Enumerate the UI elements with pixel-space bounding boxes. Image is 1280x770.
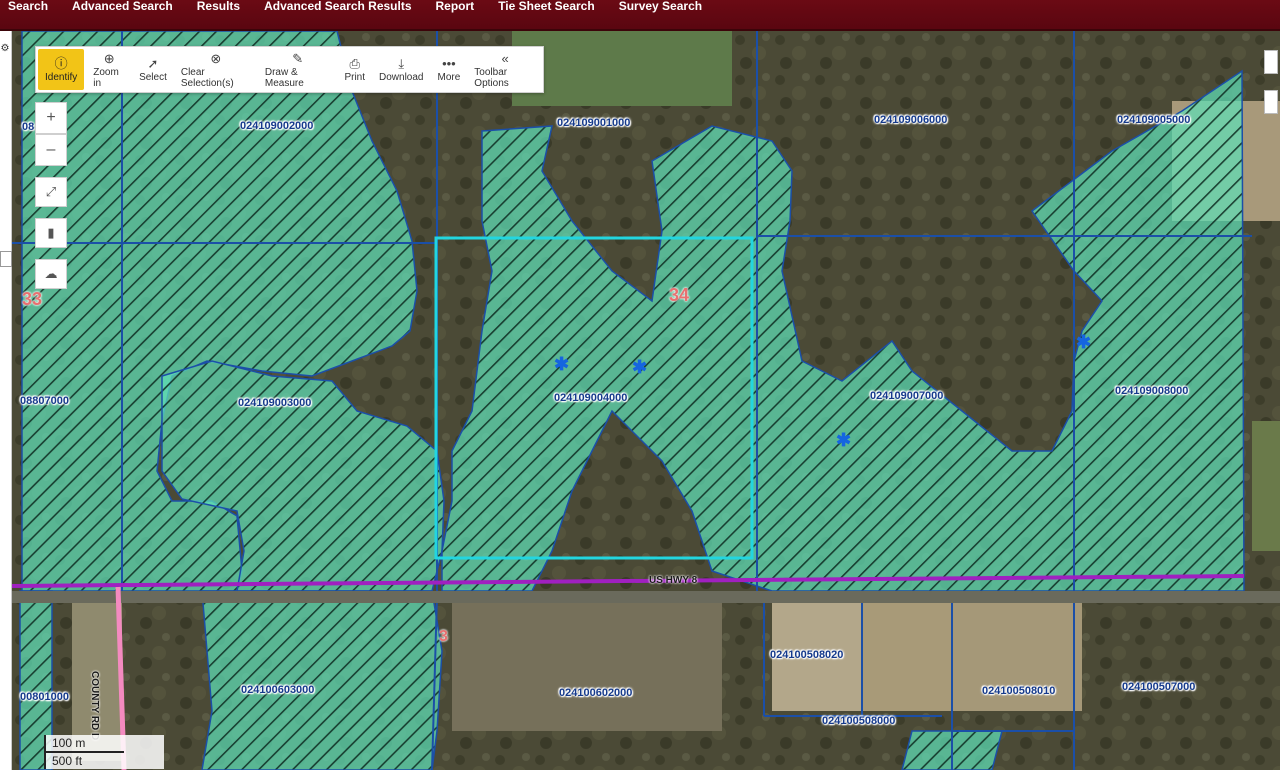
download-label: Download [379,72,424,83]
more-label: More [437,72,461,83]
scale-imperial: 500 ft [44,753,96,769]
collapse-icon: « [501,50,509,66]
parcel-label[interactable]: 024109004000 [554,392,627,404]
section-3: 3 [439,628,448,645]
identify-label: Identify [45,72,78,83]
nav-tie-sheet-search[interactable]: Tie Sheet Search [486,0,607,12]
draw-measure-label: Draw & Measure [264,66,304,89]
cloud-icon: ☁ [44,266,58,281]
parcel-label[interactable]: 024109003000 [238,397,311,409]
right-panel-button[interactable] [1264,50,1278,74]
print-icon: ⎙ [349,56,360,71]
marker-icon[interactable]: ✱ [632,358,647,376]
settings-icon[interactable]: ⚙ [0,43,10,55]
draw-measure-tool[interactable]: ✎ Draw & Measure [258,47,338,92]
field-green [512,31,732,106]
clear-selections-tool[interactable]: ⊗ Clear Selection(s) [174,47,258,92]
scale-metric: 100 m [44,735,124,753]
nav-survey-search[interactable]: Survey Search [607,0,714,12]
clear-icon: ⊗ [210,50,222,66]
parcel-label[interactable]: 024100508010 [982,685,1055,697]
bookmark-button[interactable]: ▮ [35,218,67,248]
identify-tool[interactable]: ⓘ Identify [38,49,85,90]
cloud-button[interactable]: ☁ [35,259,67,289]
label-county-rd-d: COUNTY RD D [89,671,100,741]
more-tool[interactable]: ••• More [431,47,468,92]
nav-report[interactable]: Report [424,0,487,12]
road-surface [12,591,1280,603]
parcel-label[interactable]: 024100508000 [822,715,895,727]
zoom-in-button[interactable]: + [35,102,67,134]
field-green-2 [1252,421,1280,551]
label-us-hwy-8: US HWY 8 [649,575,698,586]
map-view[interactable]: 33 34 3 US HWY 8 COUNTY RD D 02410900200… [12,31,1280,770]
select-tool[interactable]: ➚ Select [132,47,174,92]
nav-advanced-search-results[interactable]: Advanced Search Results [252,0,423,12]
marker-icon[interactable]: ✱ [554,355,569,373]
zoom-in-icon: ⊕ [103,50,115,66]
toolbar-options-label: Toolbar Options [474,66,509,89]
download-tool[interactable]: ⤓ Download [372,47,430,92]
fullscreen-button[interactable]: ⤢ [35,177,67,207]
right-panel-button-2[interactable] [1264,90,1278,114]
zoom-in-tool[interactable]: ⊕ Zoom in [86,47,132,92]
parcel-label[interactable]: 08807000 [20,395,69,407]
map-canvas[interactable] [12,31,1280,770]
marker-icon[interactable]: ✱ [836,431,851,449]
parcel-label[interactable]: 024109001000 [557,117,630,129]
print-label: Print [344,72,366,83]
zoom-in-label: Zoom in [93,66,119,89]
fullscreen-icon: ⤢ [45,184,57,199]
parcel-label[interactable]: 024100508020 [770,649,843,661]
parcel-label[interactable]: 024109002000 [240,120,313,132]
top-nav: Search Advanced Search Results Advanced … [0,0,1280,31]
pencil-icon: ✎ [292,50,304,66]
toolbar-options-tool[interactable]: « Toolbar Options [467,47,543,92]
section-34: 34 [669,285,690,305]
left-panel-edge: ⚙ [0,31,12,770]
parcel-label[interactable]: 024109007000 [870,390,943,402]
download-icon: ⤓ [398,56,405,71]
clear-selections-label: Clear Selection(s) [180,66,234,89]
section-33: 33 [22,289,43,309]
map-toolbar: ⓘ Identify ⊕ Zoom in ➚ Select ⊗ Clear Se… [35,46,544,93]
scale-bar: 100 m 500 ft [44,735,164,769]
parcel-label[interactable]: 024100507000 [1122,681,1195,693]
zoom-out-button[interactable]: – [35,134,67,166]
more-icon: ••• [442,56,456,71]
field-tan-3 [862,596,952,711]
bookmark-icon: ▮ [47,225,55,240]
panel-toggle-icon[interactable] [0,251,12,267]
parcel-label[interactable]: 024109008000 [1115,385,1188,397]
info-icon: ⓘ [54,56,68,71]
nav-advanced-search[interactable]: Advanced Search [60,0,185,12]
field-mixed [452,591,722,731]
parcel-label[interactable]: 024109005000 [1117,114,1190,126]
parcel-label[interactable]: 024109006000 [874,114,947,126]
print-tool[interactable]: ⎙ Print [337,47,372,92]
marker-icon[interactable]: ✱ [1076,333,1091,351]
parcel-label[interactable]: 08 [22,121,34,133]
select-label: Select [139,72,167,83]
wetland-bottom-left [201,590,443,770]
pointer-icon: ➚ [147,56,159,71]
nav-search[interactable]: Search [0,0,60,12]
nav-results[interactable]: Results [185,0,252,12]
parcel-label[interactable]: 024100603000 [241,684,314,696]
parcel-label[interactable]: 00801000 [20,691,69,703]
parcel-label[interactable]: 024100602000 [559,687,632,699]
